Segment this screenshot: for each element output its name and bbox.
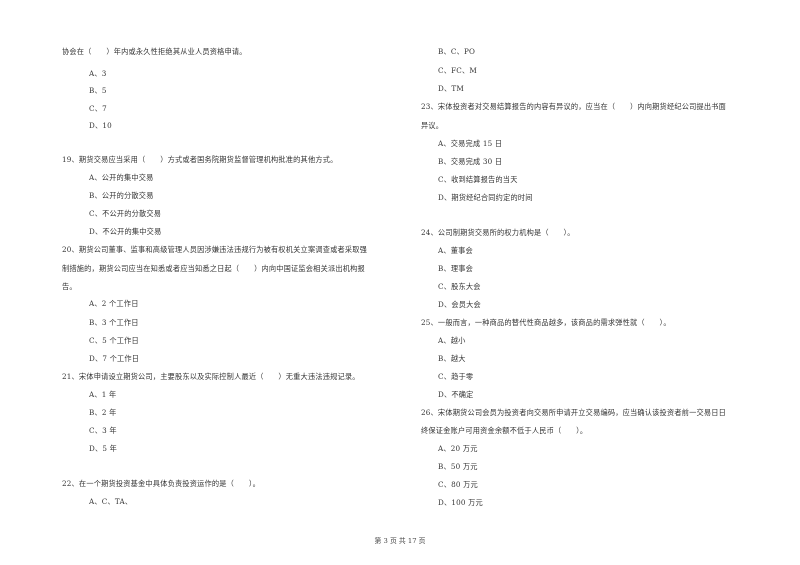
option-c: C、3 年: [89, 426, 117, 435]
option-c: C、趋于零: [438, 372, 474, 381]
option-a: A、C、TA、: [89, 497, 133, 506]
option-b: B、50 万元: [438, 462, 478, 471]
option-d: D、TM: [438, 84, 464, 93]
option-c: C、不公开的分散交易: [89, 209, 162, 218]
option-b: B、C、PO: [438, 47, 476, 56]
option-c: C、7: [89, 104, 107, 113]
option-a: A、公开的集中交易: [89, 173, 154, 182]
question-stem-line-2: 终保证金账户可用资金余额不低于人民币（ ）。: [421, 426, 588, 435]
option-c: C、80 万元: [438, 480, 478, 489]
option-a: A、1 年: [89, 390, 117, 399]
option-c: C、收到结算报告的当天: [438, 175, 518, 184]
option-d: D、期货经纪合同约定的时间: [438, 193, 533, 202]
option-d: D、5 年: [89, 444, 117, 453]
option-d: D、7 个工作日: [89, 354, 140, 363]
option-a: A、2 个工作日: [89, 299, 139, 308]
option-c: C、股东大会: [438, 282, 481, 291]
option-d: D、会员大会: [438, 300, 481, 309]
question-stem-line-1: 26、宋体期货公司会员为投资者向交易所申请开立交易编码，应当确认该投资者前一交易…: [421, 408, 727, 417]
question-stem: 25、一般而言，一种商品的替代性商品越多，该商品的需求弹性就（ ）。: [421, 318, 671, 327]
option-a: A、董事会: [438, 246, 473, 255]
question-stem: 19、期货交易应当采用（ ）方式或者国务院期货监督管理机构批准的其他方式。: [62, 155, 338, 164]
option-a: A、越小: [438, 336, 466, 345]
option-b: B、越大: [438, 354, 466, 363]
option-b: B、3 个工作日: [89, 318, 139, 327]
option-d: D、不确定: [438, 390, 474, 399]
option-a: A、交易完成 15 日: [438, 139, 503, 148]
option-b: B、交易完成 30 日: [438, 157, 503, 166]
option-b: B、公开的分散交易: [89, 191, 154, 200]
option-b: B、5: [89, 86, 107, 95]
question-stem: 21、宋体申请设立期货公司，主要股东以及实际控制人最近（ ）无重大违法违规记录。: [62, 372, 360, 381]
option-b: B、理事会: [438, 264, 474, 273]
option-c: C、5 个工作日: [89, 336, 139, 345]
option-d: D、100 万元: [438, 498, 483, 507]
option-a: A、20 万元: [438, 444, 478, 453]
question-stem: 22、在一个期货投资基金中具体负责投资运作的是（ ）。: [62, 479, 261, 488]
question-stem-line-1: 23、宋体投资者对交易结算报告的内容有异议的，应当在（ ）内向期货经纪公司提出书…: [421, 102, 727, 111]
question-stem: 24、公司制期货交易所的权力机构是（ ）。: [421, 228, 575, 237]
question-stem-line-2: 异议。: [421, 121, 444, 130]
option-d: D、10: [89, 121, 112, 130]
option-b: B、2 年: [89, 408, 117, 417]
page-number-footer: 第 3 页 共 17 页: [374, 537, 426, 545]
question-stem-line-1: 20、期货公司董事、监事和高级管理人员因涉嫌违法违规行为被有权机关立案调查或者采…: [62, 245, 368, 254]
option-d: D、不公开的集中交易: [89, 227, 162, 236]
question-stem-line-2: 制措施的，期货公司应当在知悉或者应当知悉之日起（ ）内向中国证监会相关派出机构报: [62, 264, 365, 273]
question-stem-line-3: 告。: [62, 282, 77, 291]
question-stem: 协会在（ ）年内或永久性拒绝其从业人员资格申请。: [62, 47, 247, 56]
option-a: A、3: [89, 69, 107, 78]
option-c: C、FC、M: [438, 66, 477, 75]
